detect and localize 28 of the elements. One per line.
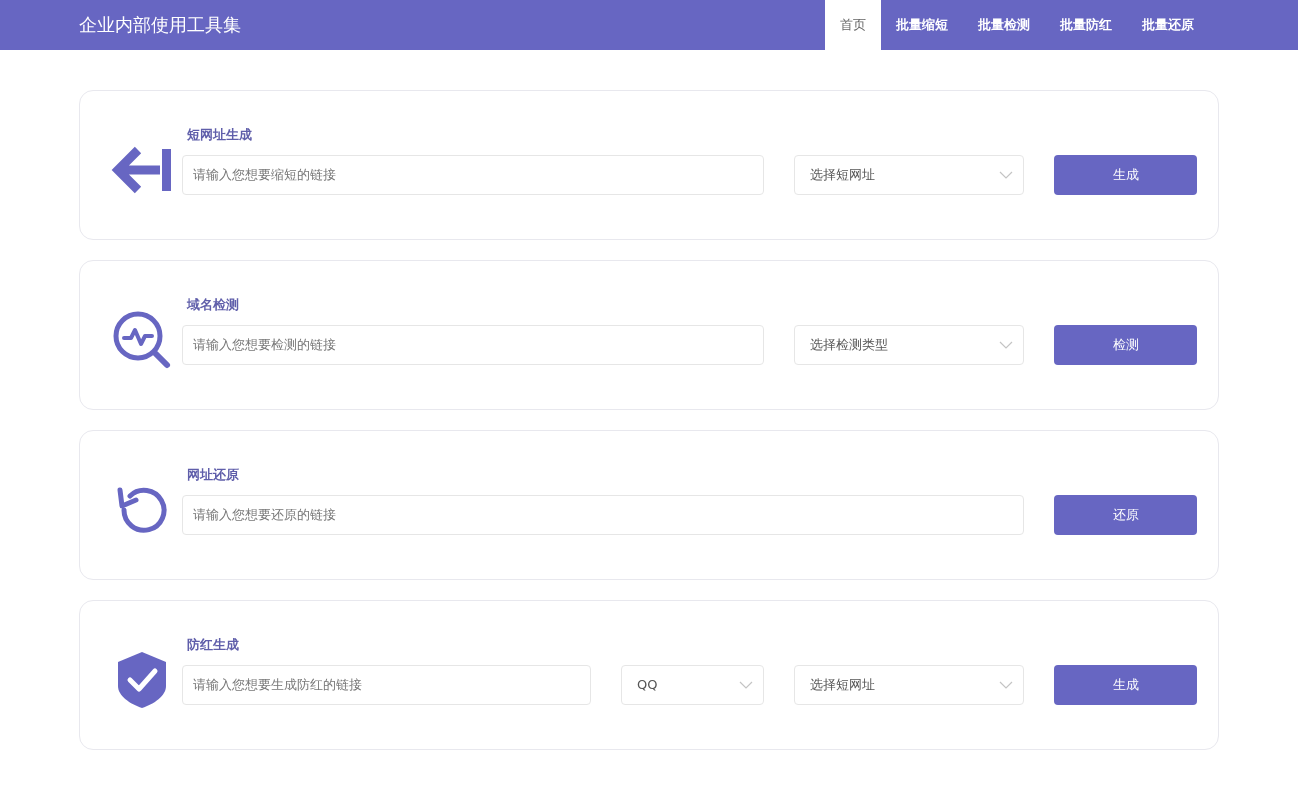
card-title: 短网址生成 bbox=[186, 125, 253, 144]
nav-tab[interactable]: 批量还原 bbox=[1127, 0, 1209, 50]
dropdown[interactable]: 选择短网址 bbox=[794, 664, 1024, 705]
submit-button[interactable]: 还原 bbox=[1054, 494, 1197, 535]
link-input-field[interactable]: 请输入您想要生成防红的链接 bbox=[182, 664, 591, 705]
submit-button[interactable]: 生成 bbox=[1054, 154, 1197, 195]
nav-tab[interactable]: 批量缩短 bbox=[881, 0, 963, 50]
dropdown[interactable]: 选择检测类型 bbox=[794, 324, 1024, 365]
link-input-field[interactable]: 请输入您想要缩短的链接 bbox=[182, 154, 764, 195]
card-title: 域名检测 bbox=[185, 295, 240, 314]
chevron-down-icon bbox=[999, 340, 1013, 349]
chevron-down-icon bbox=[999, 170, 1013, 179]
shield-check-icon bbox=[116, 650, 168, 710]
card-title: 网址还原 bbox=[186, 465, 240, 484]
nav-tab[interactable]: 批量检测 bbox=[963, 0, 1045, 50]
submit-button[interactable]: 检测 bbox=[1054, 324, 1197, 365]
dropdown[interactable]: QQ bbox=[621, 664, 764, 705]
link-input-field[interactable]: 请输入您想要检测的链接 bbox=[182, 324, 764, 365]
submit-button[interactable]: 生成 bbox=[1054, 664, 1197, 705]
card-title: 防红生成 bbox=[186, 635, 240, 654]
search-icon bbox=[112, 310, 172, 370]
site-title: 企业内部使用工具集 bbox=[79, 13, 241, 37]
chevron-down-icon bbox=[739, 680, 753, 689]
link-input-field[interactable]: 请输入您想要还原的链接 bbox=[182, 494, 1024, 535]
nav-tab[interactable]: 首页 bbox=[825, 0, 881, 50]
nav-tab[interactable]: 批量防红 bbox=[1045, 0, 1127, 50]
dropdown[interactable]: 选择短网址 bbox=[794, 154, 1024, 195]
chevron-down-icon bbox=[999, 680, 1013, 689]
